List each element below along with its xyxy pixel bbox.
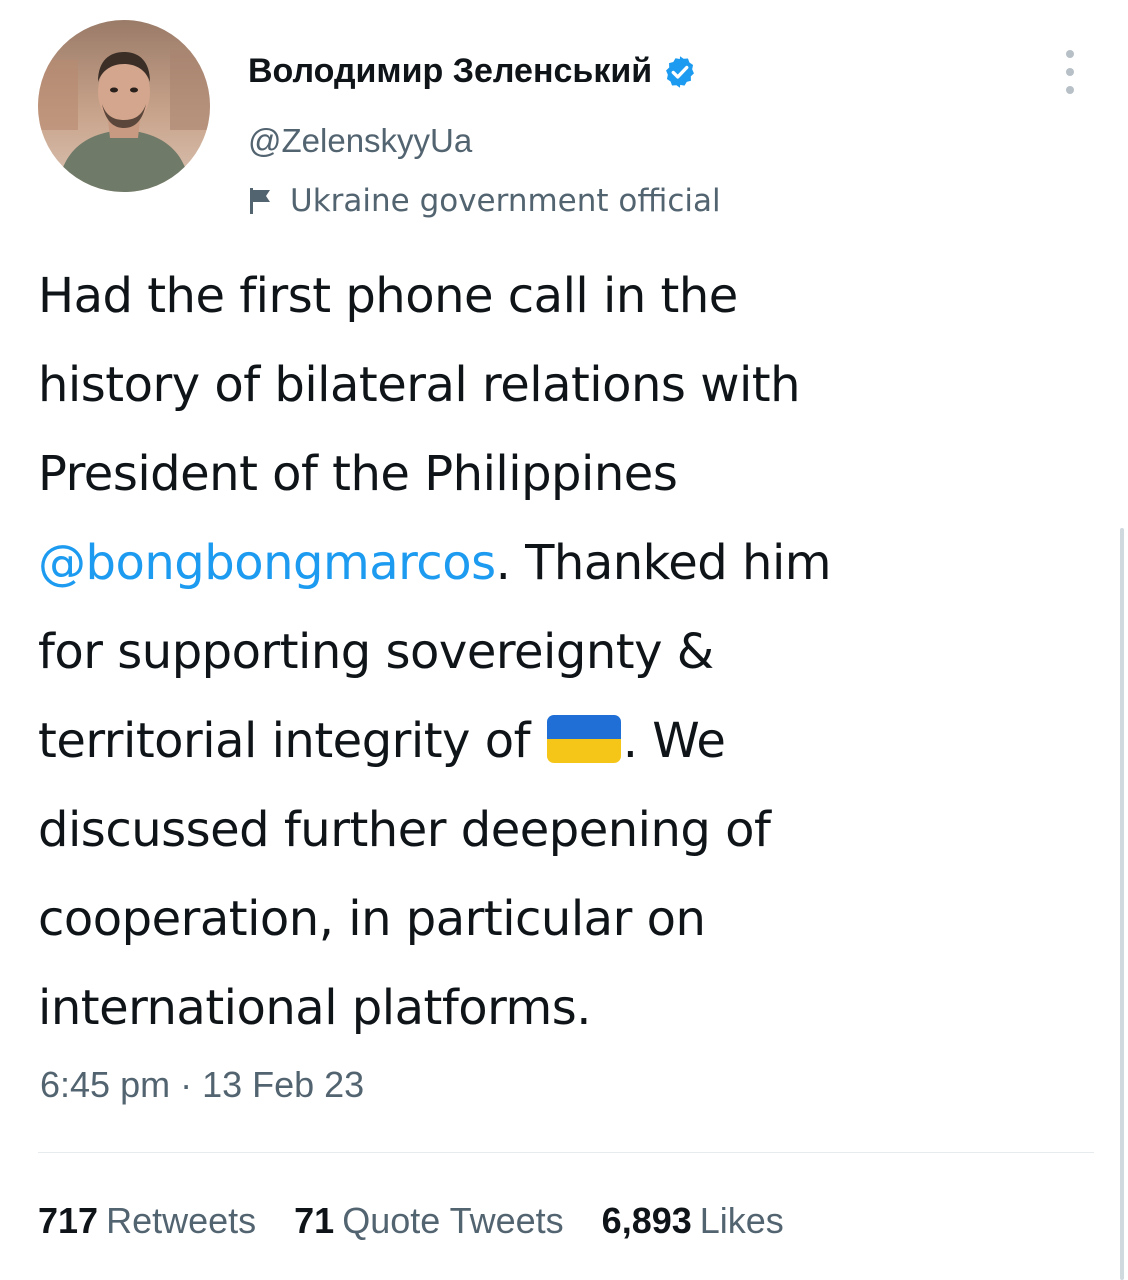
- quote-tweets-stat[interactable]: 71 Quote Tweets: [294, 1200, 564, 1242]
- tweet-timestamp[interactable]: 6:45 pm · 13 Feb 23: [40, 1064, 364, 1106]
- quote-tweets-count: 71: [294, 1200, 335, 1241]
- tweet-stats: 717 Retweets 71 Quote Tweets 6,893 Likes: [38, 1200, 822, 1242]
- tweet-line-rest: . We: [622, 713, 726, 769]
- avatar[interactable]: [38, 20, 210, 192]
- tweet-line: @bongbongmarcos. Thanked him: [38, 519, 1098, 608]
- avatar-image: [38, 20, 210, 192]
- author-name-row[interactable]: Володимир Зеленський: [248, 52, 698, 91]
- mention-link[interactable]: @bongbongmarcos: [38, 535, 496, 591]
- author-handle[interactable]: @ZelenskyyUa: [248, 122, 472, 160]
- tweet-line: discussed further deepening of: [38, 802, 771, 858]
- tweet-line-rest: . Thanked him: [495, 535, 832, 591]
- flag-icon: [248, 186, 276, 216]
- retweets-count: 717: [38, 1200, 99, 1241]
- likes-label: Likes: [699, 1200, 784, 1241]
- tweet-line: for supporting sovereignty &: [38, 624, 714, 680]
- author-name[interactable]: Володимир Зеленський: [248, 52, 652, 91]
- quote-tweets-label: Quote Tweets: [342, 1200, 564, 1241]
- tweet-line: history of bilateral relations with: [38, 357, 801, 413]
- more-options-icon[interactable]: [1058, 50, 1082, 94]
- retweets-stat[interactable]: 717 Retweets: [38, 1200, 256, 1242]
- scrollbar[interactable]: [1120, 528, 1124, 1280]
- tweet-line: President of the Philippines: [38, 446, 678, 502]
- retweets-label: Retweets: [106, 1200, 257, 1241]
- account-label-text: Ukraine government official: [290, 183, 721, 219]
- account-label: Ukraine government official: [248, 183, 721, 219]
- tweet-text: Had the first phone call in the history …: [38, 252, 1098, 1053]
- tweet-line-start: territorial integrity of: [38, 713, 545, 769]
- tweet-line: international platforms.: [38, 980, 592, 1036]
- tweet-line: territorial integrity of . We: [38, 697, 1098, 786]
- tweet-line: cooperation, in particular on: [38, 891, 706, 947]
- likes-count: 6,893: [601, 1200, 692, 1241]
- verified-badge-icon: [662, 54, 698, 90]
- tweet-line: Had the first phone call in the: [38, 268, 738, 324]
- divider: [38, 1152, 1094, 1153]
- ukraine-flag-icon: [546, 715, 621, 763]
- likes-stat[interactable]: 6,893 Likes: [602, 1200, 784, 1242]
